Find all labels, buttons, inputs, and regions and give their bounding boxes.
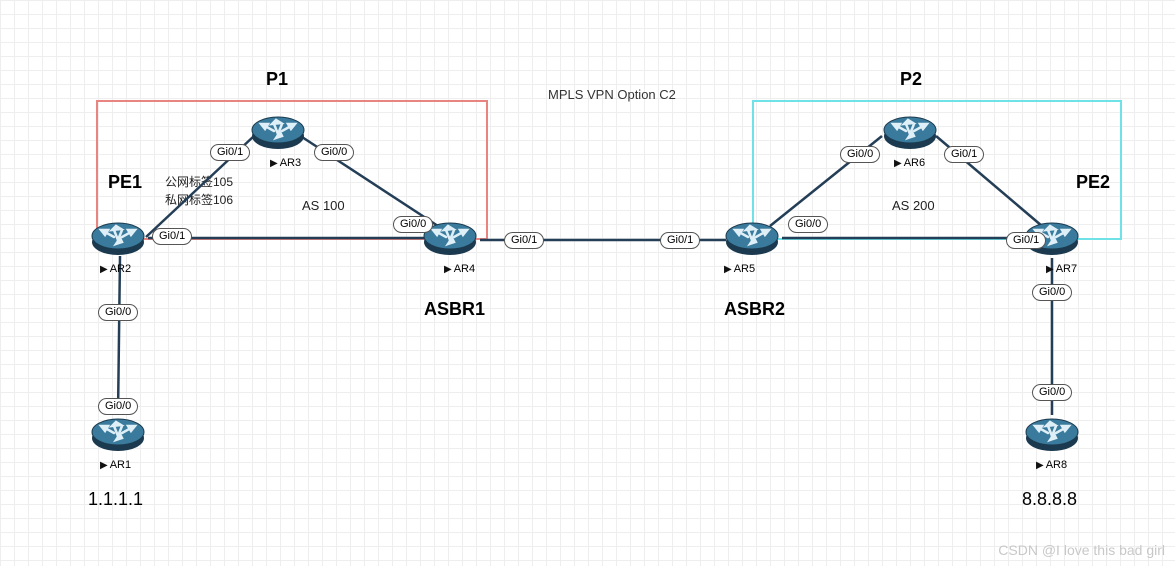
p1-role: P1: [266, 70, 288, 88]
as-left-label: AS 100: [302, 198, 345, 215]
iface-ar5-left: Gi0/1: [660, 232, 700, 249]
note-private-label: 私网标签106: [165, 193, 233, 209]
iface-ar2-down: Gi0/0: [98, 304, 138, 321]
iface-ar1-up: Gi0/0: [98, 398, 138, 415]
ar2-name: AR2: [100, 264, 131, 275]
pe1-role: PE1: [108, 173, 142, 191]
router-ar1[interactable]: [90, 414, 146, 454]
ar1-addr: 1.1.1.1: [88, 490, 143, 508]
p2-role: P2: [900, 70, 922, 88]
iface-ar2-right: Gi0/1: [152, 228, 192, 245]
iface-ar3-left: Gi0/1: [210, 144, 250, 161]
router-ar6[interactable]: [882, 112, 938, 152]
iface-ar5-right: Gi0/0: [788, 216, 828, 233]
ar8-name: AR8: [1036, 460, 1067, 471]
router-ar8[interactable]: [1024, 414, 1080, 454]
ar4-name: AR4: [444, 264, 475, 275]
ar8-addr: 8.8.8.8: [1022, 490, 1077, 508]
iface-ar3-right: Gi0/0: [314, 144, 354, 161]
diagram-title: MPLS VPN Option C2: [548, 88, 676, 101]
as-right-label: AS 200: [892, 198, 935, 215]
ar6-name: AR6: [894, 158, 925, 169]
iface-ar4-right: Gi0/1: [504, 232, 544, 249]
note-public-label: 公网标签105: [165, 175, 233, 191]
links-layer: [0, 0, 1175, 566]
ar3-name: AR3: [270, 158, 301, 169]
ar1-name: AR1: [100, 460, 131, 471]
asbr1-role: ASBR1: [424, 300, 485, 318]
iface-ar4-left: Gi0/0: [393, 216, 433, 233]
iface-ar8-up: Gi0/0: [1032, 384, 1072, 401]
ar7-name: AR7: [1046, 264, 1077, 275]
iface-ar7-down: Gi0/0: [1032, 284, 1072, 301]
watermark: CSDN @I love this bad girl: [998, 542, 1165, 558]
router-ar2[interactable]: [90, 218, 146, 258]
ar5-name: AR5: [724, 264, 755, 275]
router-ar3[interactable]: [250, 112, 306, 152]
iface-ar6-left: Gi0/0: [840, 146, 880, 163]
iface-ar6-right: Gi0/1: [944, 146, 984, 163]
topology-canvas: AS 100 AS 200 MPLS VPN Option C2 公网标签105…: [0, 0, 1175, 566]
iface-ar7-left: Gi0/1: [1006, 232, 1046, 249]
asbr2-role: ASBR2: [724, 300, 785, 318]
pe2-role: PE2: [1076, 173, 1110, 191]
router-ar5[interactable]: [724, 218, 780, 258]
